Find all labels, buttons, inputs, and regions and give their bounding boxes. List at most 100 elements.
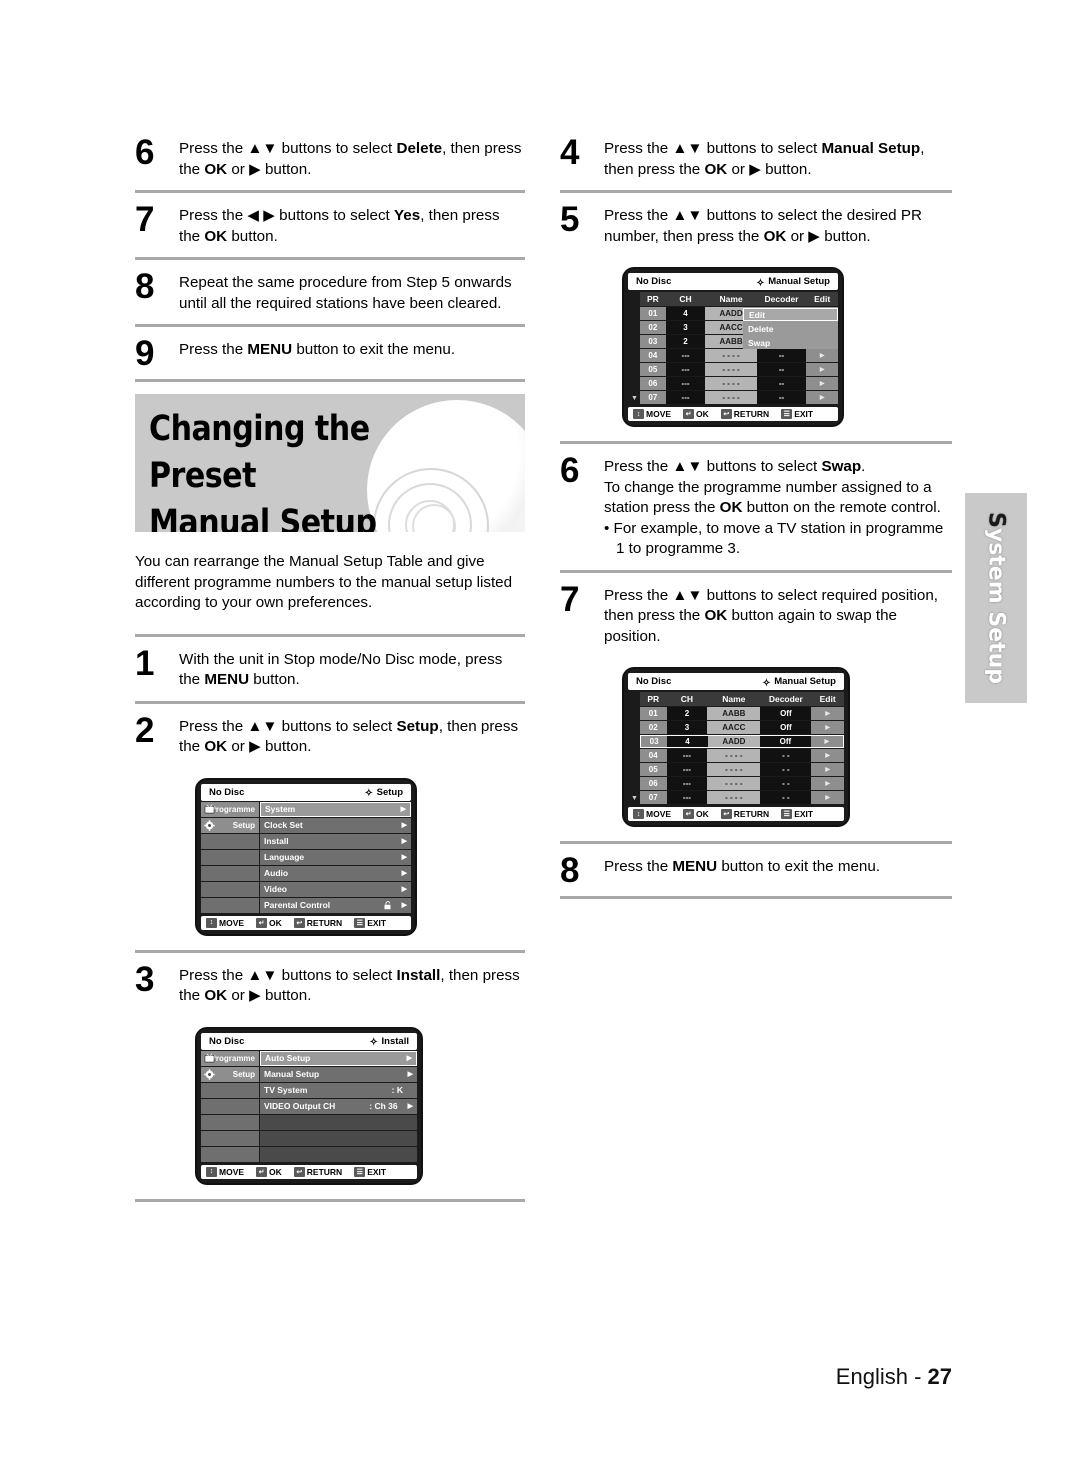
menu-item-value: : K <box>391 1085 403 1095</box>
menu-item-manual-setup[interactable]: Manual Setup ▶ <box>260 1066 417 1082</box>
menu-item-language[interactable]: Language ▶ <box>260 849 411 865</box>
step-3-install: 3 Press the ▲▼ buttons to select Install… <box>135 957 525 1017</box>
side-tab-rest: ystem Setup <box>983 527 1009 685</box>
cell-ch: --- <box>665 363 706 376</box>
step-text: Press the ▲▼ buttons to select Setup, th… <box>179 717 519 756</box>
osd-title-bar: No Disc Setup <box>201 783 411 801</box>
table-row[interactable]: 07 --- - - - - - - ▶ <box>640 791 844 804</box>
step-text: Press the ▲▼ buttons to select required … <box>604 586 938 645</box>
hint-label: MOVE <box>219 917 245 928</box>
menu-item-tv-system[interactable]: TV System : K <box>260 1082 417 1098</box>
menu-item-auto-setup[interactable]: Auto Setup ▶ <box>260 1050 417 1066</box>
column-header-edit: Edit <box>814 294 831 304</box>
return-key-icon: ↩ <box>720 809 732 819</box>
hint-label: OK <box>696 809 709 819</box>
hint-label: MOVE <box>219 1166 245 1177</box>
hint-label: OK <box>269 917 282 928</box>
osd-setup-menu[interactable]: No Disc Setup Programme <box>195 777 417 936</box>
dropdown-item-delete[interactable]: Delete <box>743 322 838 335</box>
sidebar-item-label: Programme <box>210 804 255 814</box>
menu-item-system[interactable]: System ▶ <box>260 801 411 817</box>
cell-pr: 06 <box>640 377 666 390</box>
divider <box>560 896 952 899</box>
osd-sidebar: Programme Setup <box>201 801 259 913</box>
osd-footer-hints: ↕ MOVE ↵ OK ↩ RETURN ☰ EXIT <box>628 407 838 421</box>
menu-item-install[interactable]: Install ▶ <box>260 833 411 849</box>
menu-filler <box>260 1146 417 1162</box>
step-text: Press the ▲▼ buttons to select Delete, t… <box>179 140 522 178</box>
step-number: 5 <box>560 200 579 239</box>
dropdown-item-edit[interactable]: Edit <box>742 308 838 321</box>
table-row[interactable]: 06 --- - - - - -- ▶ <box>640 377 838 390</box>
cell-edit: ▶ <box>806 391 838 404</box>
hint-move: ↕ MOVE <box>633 409 671 419</box>
table-row[interactable]: 04 --- - - - - - - ▶ <box>640 749 844 762</box>
column-header-edit: Edit <box>819 694 836 704</box>
scroll-down-icon[interactable]: ▼ <box>631 795 638 802</box>
table-row[interactable]: 01 2 AABB Off ▶ <box>640 707 844 720</box>
osd-screen-title: Manual Setup <box>768 276 830 287</box>
cell-pr: 07 <box>640 791 667 804</box>
hint-label: MOVE <box>646 409 672 419</box>
menu-item-parental-control[interactable]: Parental Control ▶ <box>260 897 411 913</box>
column-header-pr: PR <box>646 294 659 304</box>
osd-manual-setup-table-popup[interactable]: No Disc Manual Setup PR CH Name Decoder … <box>622 267 844 427</box>
menu-item-video[interactable]: Video ▶ <box>260 881 411 897</box>
chevron-right-icon: ▶ <box>401 838 407 845</box>
divider <box>135 257 525 260</box>
step-1-menu: 1 With the unit in Stop mode/No Disc mod… <box>135 641 525 701</box>
dropdown-item-swap[interactable]: Swap <box>743 336 838 349</box>
table-row[interactable]: 02 3 AACC Off ▶ <box>640 721 844 734</box>
chevron-right-icon: ▶ <box>407 1071 413 1078</box>
divider <box>135 949 525 953</box>
scroll-down-icon[interactable]: ▼ <box>631 395 638 402</box>
sidebar-item-programme[interactable]: Programme <box>201 801 259 817</box>
return-key-icon: ↩ <box>720 409 732 419</box>
cell-ch: 2 <box>666 707 708 720</box>
table-row[interactable]: 05 --- - - - - - - ▶ <box>640 763 844 776</box>
sidebar-blank <box>201 865 259 881</box>
cell-pr: 04 <box>640 749 667 762</box>
hint-label: EXIT <box>794 409 814 419</box>
sidebar-item-programme[interactable]: Programme <box>201 1050 259 1066</box>
divider <box>560 190 952 193</box>
hint-label: RETURN <box>733 409 770 419</box>
chevron-right-icon: ▶ <box>401 854 407 861</box>
menu-item-value: : Ch 36 <box>369 1101 398 1111</box>
hint-label: OK <box>269 1166 282 1177</box>
cell-decoder: - - <box>760 777 812 790</box>
table-row[interactable]: 04 --- - - - - -- ▶ <box>640 349 838 362</box>
step-number: 4 <box>560 133 579 172</box>
sidebar-item-setup[interactable]: Setup <box>201 1066 259 1082</box>
osd-manual-setup-table-swapped[interactable]: No Disc Manual Setup PR CH Name Decoder … <box>622 667 850 827</box>
sidebar-blank <box>201 849 259 865</box>
cell-name: - - - - <box>705 363 757 376</box>
sidebar-item-setup[interactable]: Setup <box>201 817 259 833</box>
diamond-icon <box>762 678 770 686</box>
osd-status: No Disc <box>636 276 672 287</box>
menu-item-label: TV System <box>264 1085 308 1095</box>
section-side-tab: System Setup <box>965 493 1027 703</box>
table-row[interactable]: 06 --- - - - - - - ▶ <box>640 777 844 790</box>
return-key-icon: ↩ <box>293 1166 305 1177</box>
table-row-selected[interactable]: 03 4 AADD Off ▶ <box>640 735 844 748</box>
cell-pr: 07 <box>640 391 666 404</box>
step-9-exit: 9 Press the MENU button to exit the menu… <box>135 331 525 379</box>
cell-decoder: - - <box>760 791 812 804</box>
divider <box>135 633 525 637</box>
osd-title-right: Setup <box>365 787 403 798</box>
menu-item-video-output-ch[interactable]: VIDEO Output CH : Ch 36 ▶ <box>260 1098 417 1114</box>
menu-item-label: VIDEO Output CH <box>264 1101 336 1111</box>
lock-icon <box>384 900 391 909</box>
osd-status: No Disc <box>209 786 245 798</box>
osd-install-menu[interactable]: No Disc Install Programme <box>195 1026 423 1185</box>
menu-item-audio[interactable]: Audio ▶ <box>260 865 411 881</box>
step-number: 8 <box>135 267 154 306</box>
menu-item-clock-set[interactable]: Clock Set ▶ <box>260 817 411 833</box>
table-row[interactable]: 07 --- - - - - -- ▶ <box>640 391 838 404</box>
cell-ch: --- <box>665 377 706 390</box>
table-row[interactable]: 05 --- - - - - -- ▶ <box>640 363 838 376</box>
edit-action-dropdown[interactable]: Edit Delete Swap <box>742 307 838 349</box>
footer-language: English - <box>835 1364 922 1389</box>
osd-title-bar: No Disc Manual Setup <box>628 273 838 290</box>
